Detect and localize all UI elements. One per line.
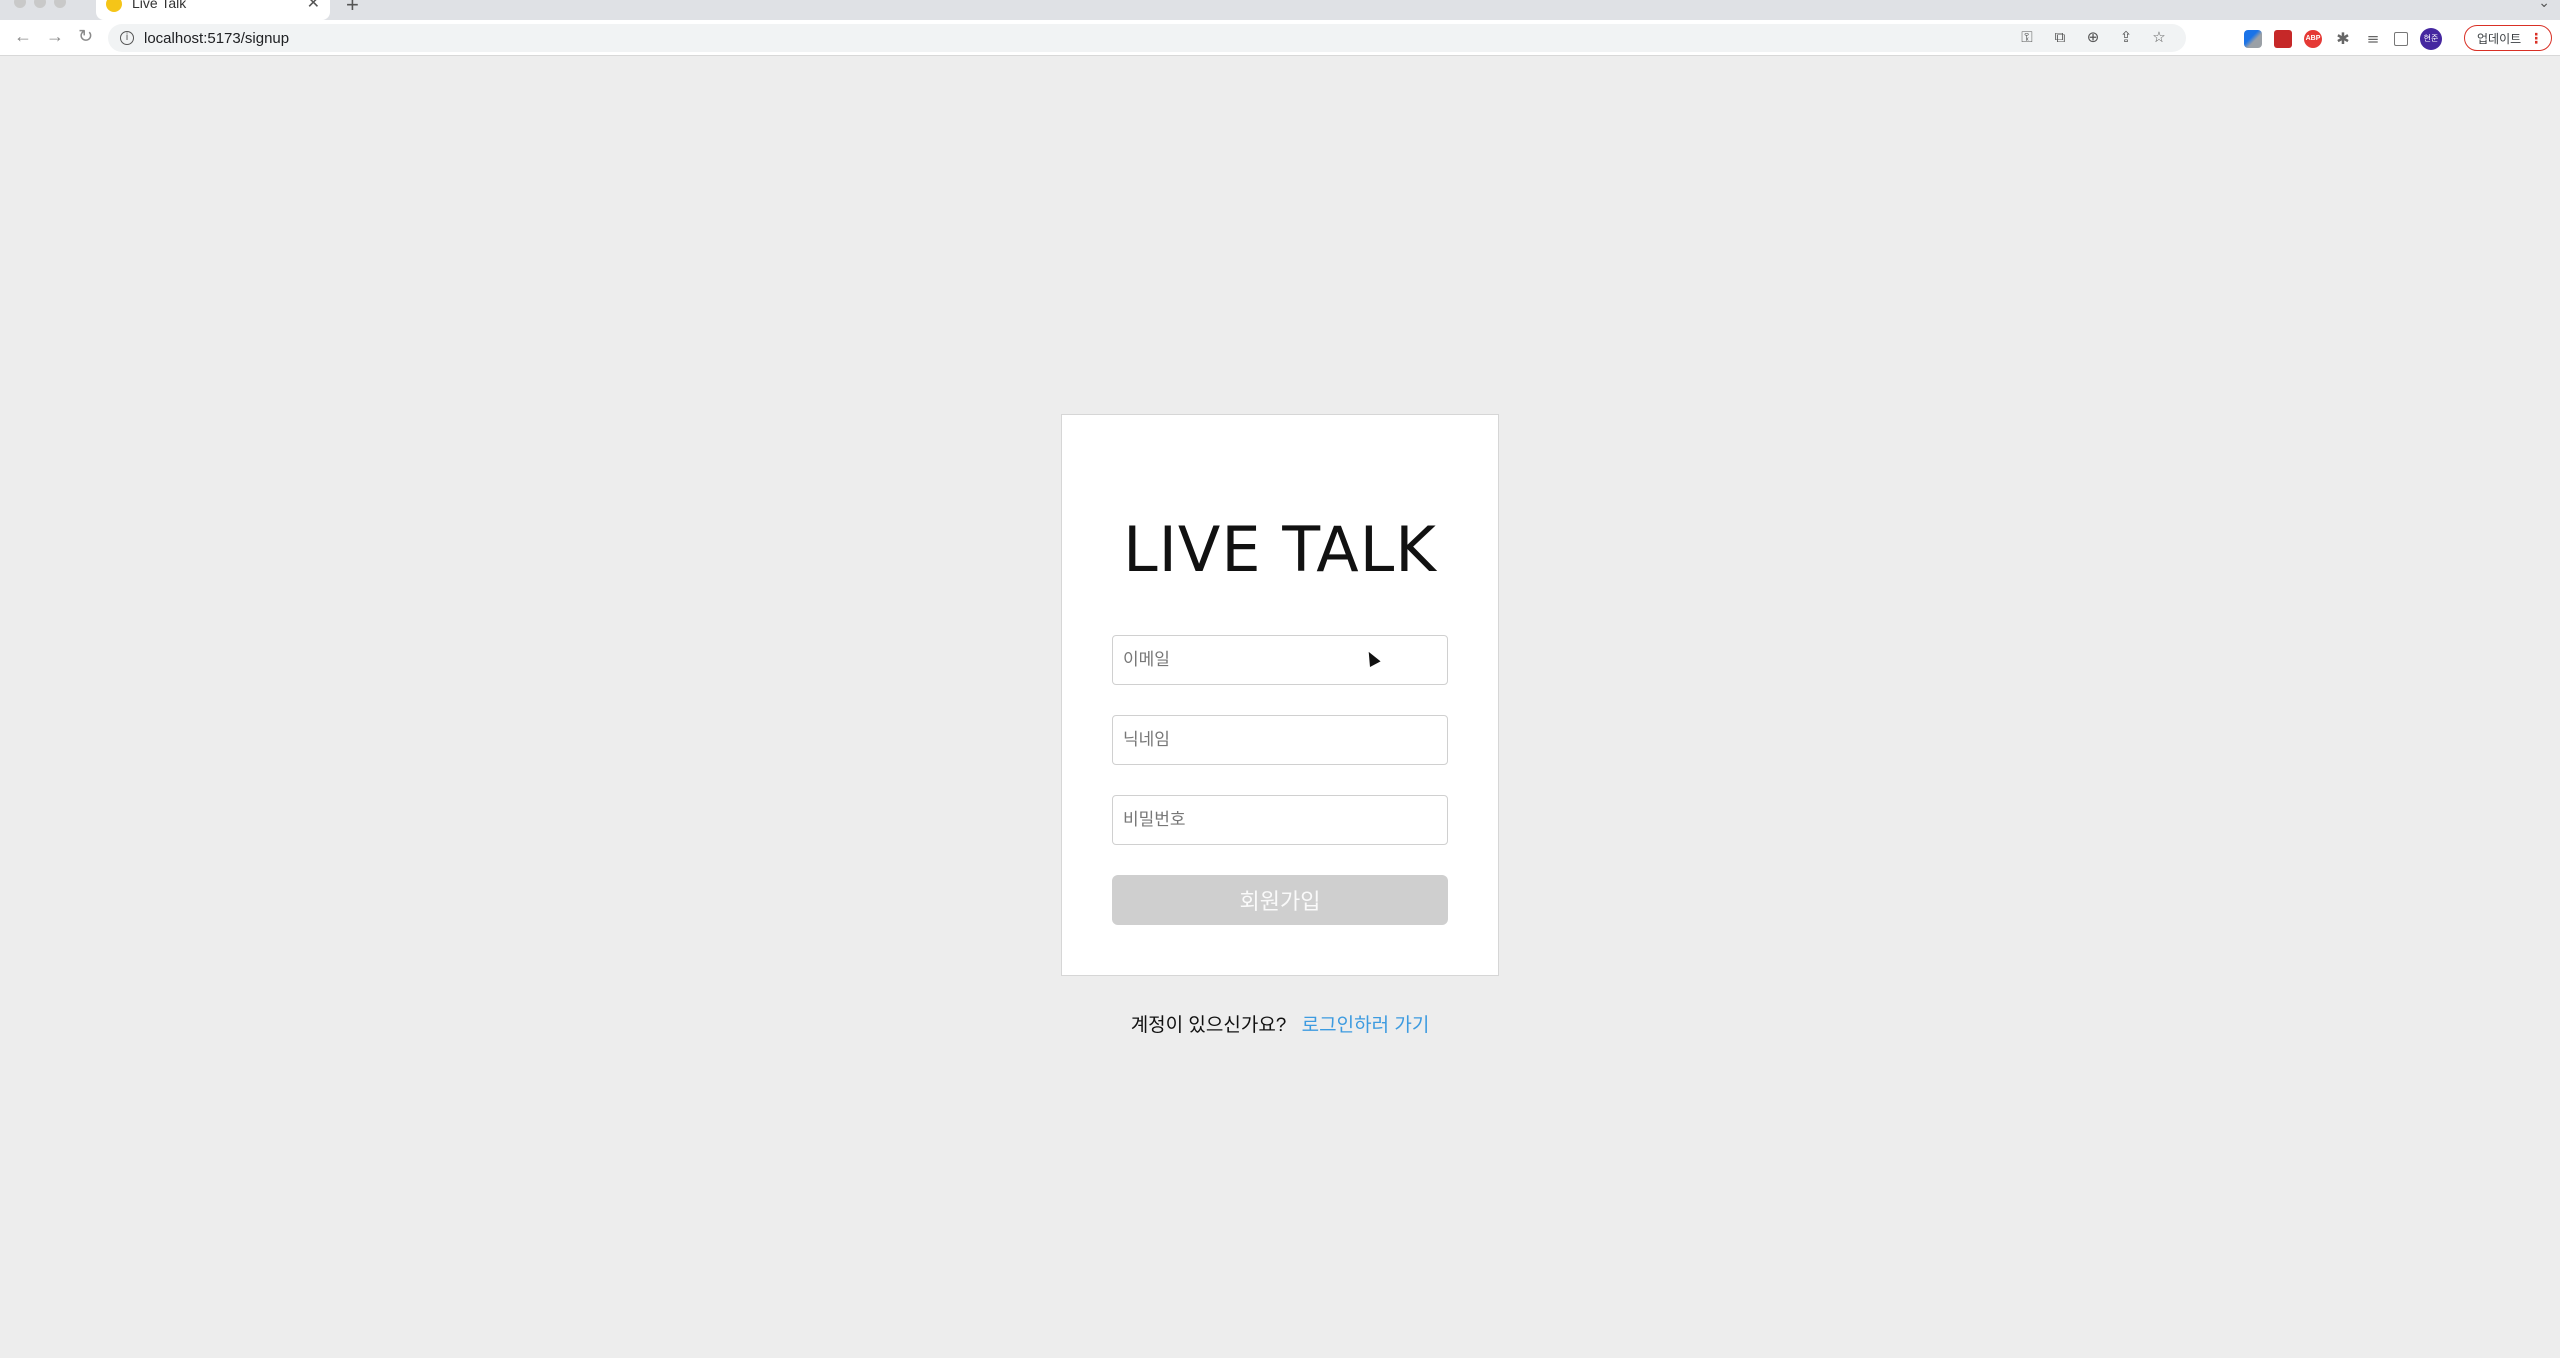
tab-title: Live Talk bbox=[132, 0, 187, 11]
close-window-icon[interactable] bbox=[14, 0, 26, 8]
browser-toolbar: ← → ↻ i localhost:5173/signup ⚿ ⧉ ⊕ ⇪ ☆ … bbox=[0, 20, 2560, 56]
adblock-extension-icon[interactable]: ABP bbox=[2304, 30, 2322, 48]
maximize-window-icon[interactable] bbox=[54, 0, 66, 8]
bookmark-star-icon[interactable]: ☆ bbox=[2150, 28, 2168, 46]
key-icon[interactable]: ⚿ bbox=[2018, 28, 2036, 46]
update-button[interactable]: 업데이트 ⋮ bbox=[2464, 25, 2552, 51]
minimize-window-icon[interactable] bbox=[34, 0, 46, 8]
tab-favicon-icon bbox=[106, 0, 122, 12]
app-logo: LIVE TALK bbox=[1123, 513, 1437, 586]
url-text[interactable]: localhost:5173/signup bbox=[144, 30, 289, 47]
tab-search-icon[interactable]: ⌄ bbox=[2538, 0, 2550, 11]
password-input[interactable] bbox=[1112, 795, 1448, 845]
pen-extension-icon[interactable] bbox=[2244, 30, 2262, 48]
browser-menu-icon[interactable]: ⋮ bbox=[2529, 30, 2543, 47]
back-arrow-icon[interactable]: ← bbox=[14, 26, 32, 47]
side-panel-icon[interactable] bbox=[2394, 32, 2408, 46]
login-prompt: 계정이 있으신가요? 로그인하러 가기 bbox=[0, 1010, 2560, 1037]
red-extension-icon[interactable] bbox=[2274, 30, 2292, 48]
reload-icon[interactable]: ↻ bbox=[78, 26, 93, 47]
update-label: 업데이트 bbox=[2477, 31, 2522, 46]
forward-arrow-icon[interactable]: → bbox=[46, 26, 64, 47]
nickname-input[interactable] bbox=[1112, 715, 1448, 765]
tab-close-icon[interactable]: ✕ bbox=[307, 0, 320, 13]
have-account-text: 계정이 있으신가요? bbox=[1130, 1015, 1287, 1036]
tab-strip: Live Talk ✕ + ⌄ bbox=[0, 0, 2560, 20]
share-icon[interactable]: ⇪ bbox=[2117, 28, 2135, 46]
extensions-puzzle-icon[interactable]: ✱ bbox=[2334, 30, 2352, 48]
new-tab-button[interactable]: + bbox=[346, 0, 359, 18]
go-to-login-link[interactable]: 로그인하러 가기 bbox=[1302, 1015, 1430, 1036]
email-input[interactable] bbox=[1112, 635, 1448, 685]
browser-tab[interactable]: Live Talk ✕ bbox=[96, 0, 330, 20]
window-controls[interactable] bbox=[14, 0, 66, 8]
reading-list-icon[interactable]: ≡ bbox=[2364, 30, 2382, 48]
signup-card: LIVE TALK 회원가입 bbox=[1061, 414, 1499, 976]
address-bar[interactable]: i localhost:5173/signup ⚿ ⧉ ⊕ ⇪ ☆ bbox=[108, 24, 2186, 52]
address-bar-actions: ⚿ ⧉ ⊕ ⇪ ☆ bbox=[2018, 28, 2168, 46]
site-info-icon[interactable]: i bbox=[120, 31, 134, 45]
zoom-icon[interactable]: ⊕ bbox=[2084, 28, 2102, 46]
profile-avatar[interactable]: 현준 bbox=[2420, 28, 2442, 50]
signup-button[interactable]: 회원가입 bbox=[1112, 875, 1448, 925]
translate-icon[interactable]: ⧉ bbox=[2051, 28, 2069, 46]
extensions-area: ABP ✱ ≡ 현준 bbox=[2244, 28, 2442, 50]
